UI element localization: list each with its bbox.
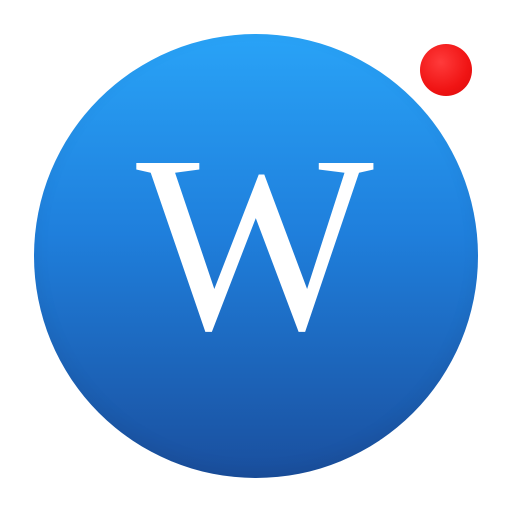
logo-letter-w: W xyxy=(136,103,374,383)
icon-canvas: W xyxy=(0,0,512,512)
app-icon[interactable]: W xyxy=(34,34,478,478)
notification-badge xyxy=(420,44,472,96)
